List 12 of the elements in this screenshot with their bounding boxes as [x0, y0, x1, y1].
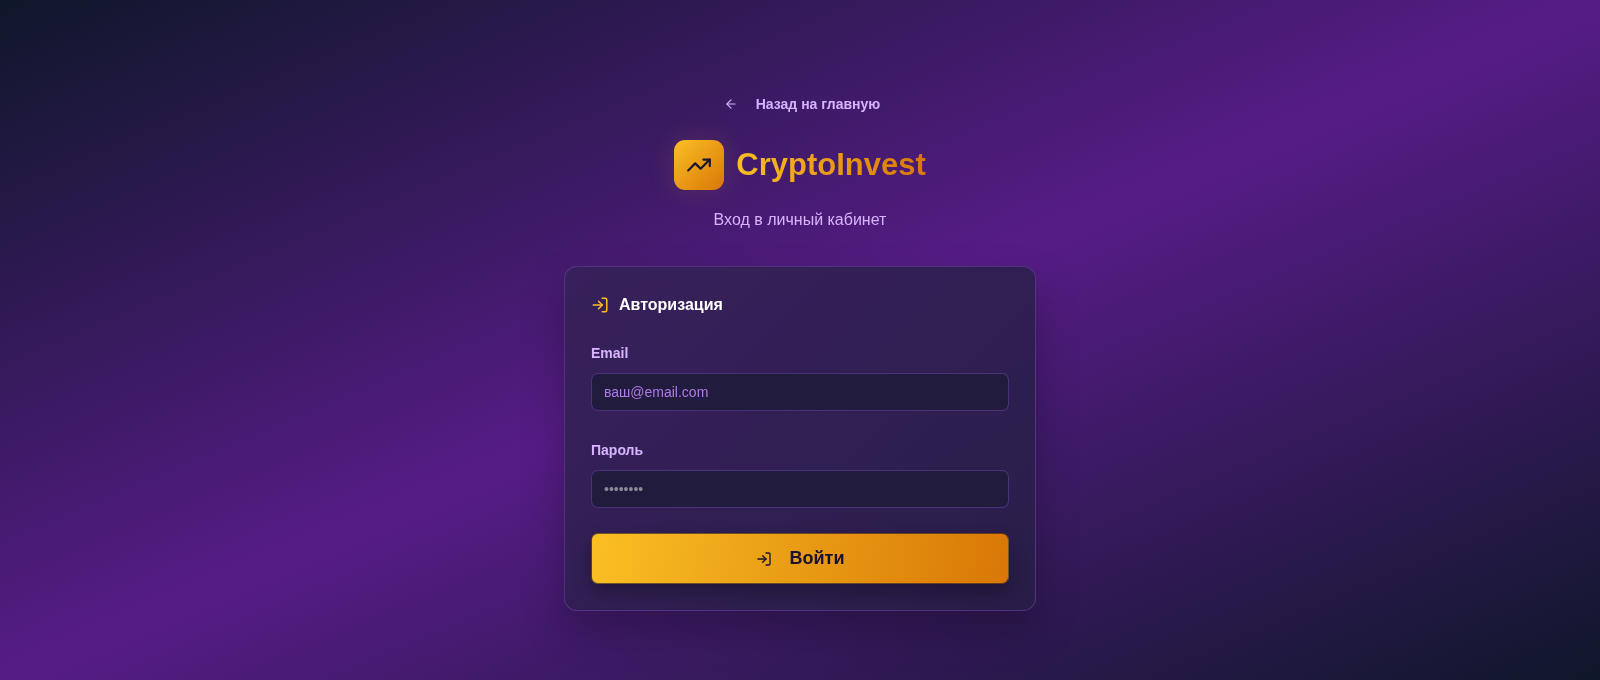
field-label: Email [591, 344, 630, 363]
field-label: Пароль [591, 441, 645, 460]
login-button[interactable]: Войти [591, 533, 1009, 584]
trending-up-icon [674, 140, 725, 190]
back-link[interactable]: Назад на главную [723, 94, 881, 114]
login-icon [591, 296, 609, 314]
arrow-left-icon [723, 97, 738, 111]
input-field[interactable]: •••••••• [591, 470, 1009, 508]
page-subtitle: Вход в личный кабинет [713, 210, 887, 230]
input-field[interactable]: ваш@email.com [591, 373, 1009, 411]
card-title: Авторизация [619, 295, 723, 315]
login-icon [755, 550, 772, 567]
